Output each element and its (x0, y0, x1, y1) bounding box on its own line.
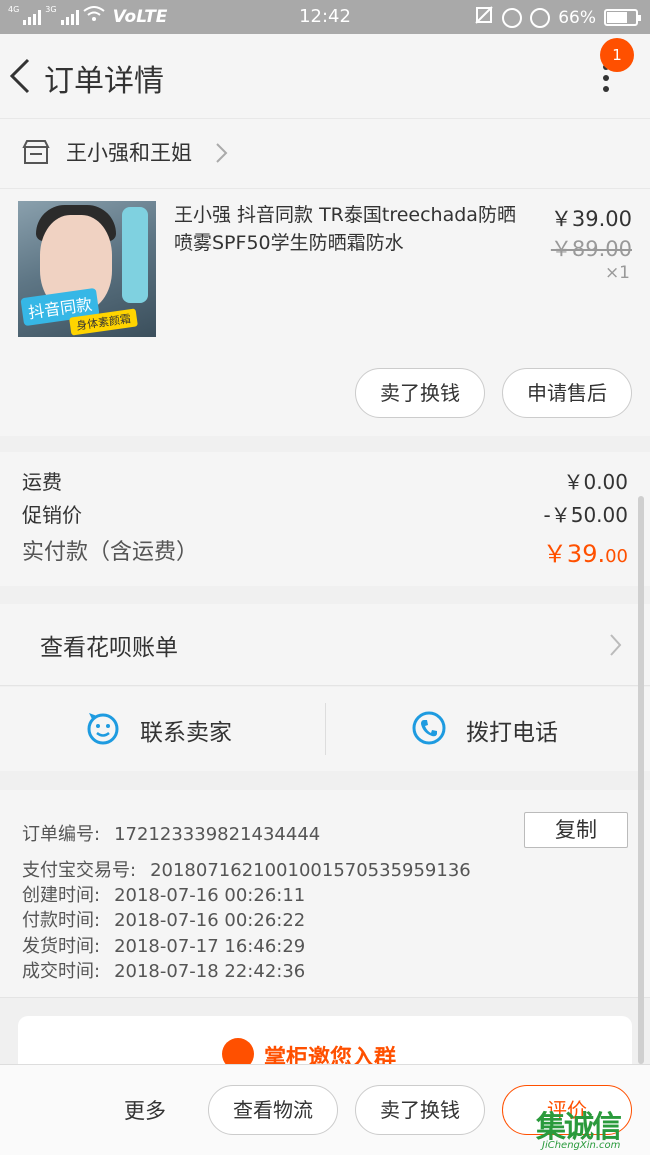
alipay-trade-row: 支付宝交易号: 2018071621001001570535959136 (22, 856, 471, 882)
contact-seller-label[interactable]: 联系卖家 (140, 713, 232, 747)
nav-bar: 订单详情 1 (0, 34, 650, 118)
order-number-row: 订单编号: 172123339821434444 (22, 820, 320, 846)
status-right: 66% (474, 5, 641, 30)
battery-icon (604, 9, 641, 26)
paid-time-value: 2018-07-16 00:26:22 (114, 910, 306, 931)
watermark-logo: 集诚信 JiChengXin.com (534, 1100, 650, 1155)
order-info: 订单编号: 172123339821434444 复制 支付宝交易号: 201807… (0, 790, 650, 998)
paid-time-row: 付款时间: 2018-07-16 00:26:22 (22, 906, 305, 932)
shipped-time-label: 发货时间: (22, 936, 101, 957)
sell-button-bottom[interactable]: 卖了换钱 (355, 1085, 485, 1135)
alipay-trade-value: 2018071621001001570535959136 (150, 860, 471, 881)
status-bar: 4G 3G VoLTE 12:42 66% (0, 0, 650, 34)
product-item: 抖音同款 身体素颜霜 王小强 抖音同款 TR泰国treechada防晒喷雾SPF… (0, 188, 650, 436)
alarm-icon (530, 7, 551, 28)
call-phone-button[interactable]: 拨打电话 (326, 687, 650, 771)
chevron-right-icon (214, 141, 230, 165)
back-arrow-icon[interactable] (8, 58, 32, 94)
more-button[interactable]: 更多 (124, 1095, 166, 1125)
phone-icon (412, 711, 446, 745)
order-number-label: 订单编号: (22, 824, 101, 845)
product-price: ￥39.00 (550, 207, 632, 231)
mute-icon (474, 5, 494, 30)
completed-time-label: 成交时间: (22, 961, 101, 982)
view-logistics-button[interactable]: 查看物流 (208, 1085, 338, 1135)
notification-badge: 1 (600, 38, 634, 72)
after-sale-button[interactable]: 申请售后 (502, 368, 632, 418)
smiley-chat-icon (86, 711, 120, 745)
contact-bar: 联系卖家 拨打电话 (0, 687, 650, 771)
huabei-bill-row[interactable]: 查看花呗账单 (0, 604, 650, 686)
promo-value: -￥50.00 (543, 503, 628, 527)
shipped-time-value: 2018-07-17 16:46:29 (114, 936, 306, 957)
alipay-trade-label: 支付宝交易号: (22, 860, 137, 881)
product-name[interactable]: 王小强 抖音同款 TR泰国treechada防晒喷雾SPF50学生防晒霜防水 (174, 201, 530, 257)
lock-rotation-icon (502, 7, 523, 28)
shipping-value: ￥0.00 (563, 470, 628, 494)
page-title: 订单详情 (44, 64, 164, 99)
total-main: ￥39. (542, 540, 606, 568)
shipped-time-row: 发货时间: 2018-07-17 16:46:29 (22, 932, 305, 958)
promo-label: 促销价 (22, 503, 82, 527)
completed-time-value: 2018-07-18 22:42:36 (114, 961, 306, 982)
product-image[interactable]: 抖音同款 身体素颜霜 (18, 201, 156, 337)
shop-row[interactable]: 王小强和王姐 (0, 118, 650, 188)
battery-percent: 66% (558, 7, 596, 28)
chevron-right-icon (608, 632, 624, 658)
shop-name[interactable]: 王小强和王姐 (66, 137, 192, 167)
completed-time-row: 成交时间: 2018-07-18 22:42:36 (22, 957, 305, 983)
original-price: ￥89.00 (550, 237, 632, 261)
sell-button[interactable]: 卖了换钱 (355, 368, 485, 418)
total-row: 实付款（含运费） ￥39.00 (22, 534, 628, 569)
call-phone-label[interactable]: 拨打电话 (466, 713, 558, 747)
shipping-label: 运费 (22, 470, 62, 494)
paid-time-label: 付款时间: (22, 910, 101, 931)
order-number-value: 172123339821434444 (114, 824, 321, 845)
promo-row: 促销价 -￥50.00 (22, 499, 628, 528)
huabei-label[interactable]: 查看花呗账单 (40, 628, 178, 662)
created-time-label: 创建时间: (22, 885, 101, 906)
scrollbar[interactable] (638, 496, 644, 1064)
total-cents: 00 (605, 546, 628, 567)
total-label: 实付款（含运费） (22, 540, 199, 565)
copy-button[interactable]: 复制 (524, 812, 628, 848)
total-value: ￥39.00 (543, 534, 628, 569)
shop-icon (22, 139, 50, 165)
watermark-url: JiChengXin.com (542, 1140, 621, 1151)
created-time-value: 2018-07-16 00:26:11 (114, 885, 306, 906)
fee-summary: 运费 ￥0.00 促销价 -￥50.00 实付款（含运费） ￥39.00 (0, 452, 650, 586)
created-time-row: 创建时间: 2018-07-16 00:26:11 (22, 881, 305, 907)
contact-seller-button[interactable]: 联系卖家 (0, 687, 325, 771)
shipping-row: 运费 ￥0.00 (22, 466, 628, 495)
product-quantity: ×1 (604, 263, 630, 283)
